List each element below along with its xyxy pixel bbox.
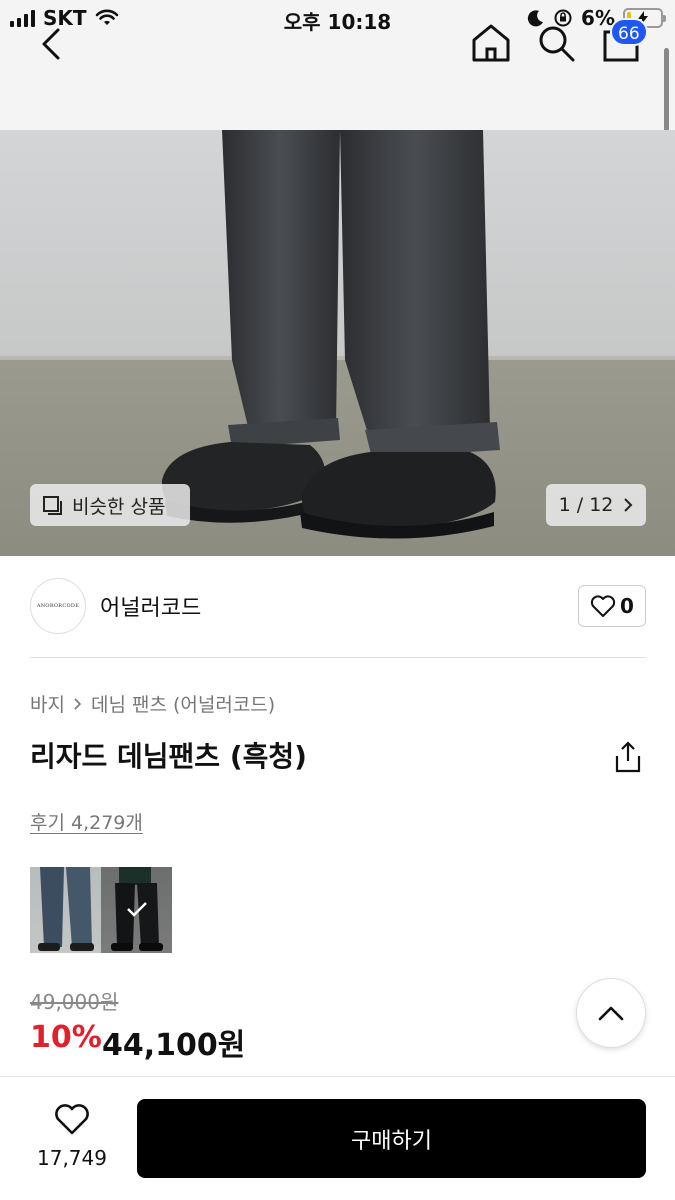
discount-rate: 10%: [30, 1020, 102, 1055]
heart-icon: [55, 1104, 89, 1135]
home-icon[interactable]: [470, 22, 512, 64]
divider: [30, 657, 646, 658]
pager-text: 1 / 12: [558, 494, 614, 516]
bottom-bar-divider: [0, 1076, 675, 1077]
image-pager[interactable]: 1 / 12: [546, 484, 646, 526]
product-title: 리자드 데님팬츠 (흑청): [30, 740, 307, 773]
check-icon: [127, 902, 147, 917]
chevron-right-icon: [624, 498, 633, 512]
wishlist-button[interactable]: 17,749: [30, 1102, 114, 1170]
breadcrumb-item-subcategory[interactable]: 데님 팬츠 (어널러코드): [91, 690, 275, 717]
buy-button[interactable]: 구매하기: [137, 1099, 646, 1178]
similar-icon: [43, 496, 62, 515]
reviews-link[interactable]: 후기 4,279개: [30, 808, 143, 835]
share-icon[interactable]: [612, 740, 644, 774]
similar-products-button[interactable]: 비슷한 상품: [30, 484, 190, 526]
color-options: [30, 867, 172, 953]
brand-logo-text: ANORORCODE: [36, 603, 80, 609]
color-option-black[interactable]: [101, 867, 172, 953]
chevron-right-icon: [74, 697, 82, 710]
buy-button-label: 구매하기: [351, 1128, 432, 1154]
original-price: 49,000원: [30, 990, 119, 1014]
brand-logo[interactable]: ANORORCODE: [30, 578, 86, 634]
scroll-top-button[interactable]: [576, 978, 646, 1048]
color-option-blue[interactable]: [30, 867, 101, 953]
breadcrumb-item-category[interactable]: 바지: [30, 690, 65, 717]
chevron-up-icon: [598, 1006, 624, 1021]
brand-like-button[interactable]: 0: [578, 585, 646, 627]
breadcrumb: 바지 데님 팬츠 (어널러코드): [30, 690, 275, 717]
search-icon[interactable]: [535, 22, 577, 64]
back-icon[interactable]: [30, 22, 74, 66]
scrollbar[interactable]: [664, 48, 669, 134]
sale-price: 44,100원: [102, 1028, 246, 1063]
cart-count-badge: 66: [610, 18, 648, 46]
brand-name[interactable]: 어널러코드: [100, 590, 201, 622]
brand-like-count: 0: [620, 594, 634, 618]
heart-icon: [590, 595, 616, 617]
wishlist-count: 17,749: [37, 1146, 107, 1170]
similar-label: 비슷한 상품: [72, 495, 166, 518]
